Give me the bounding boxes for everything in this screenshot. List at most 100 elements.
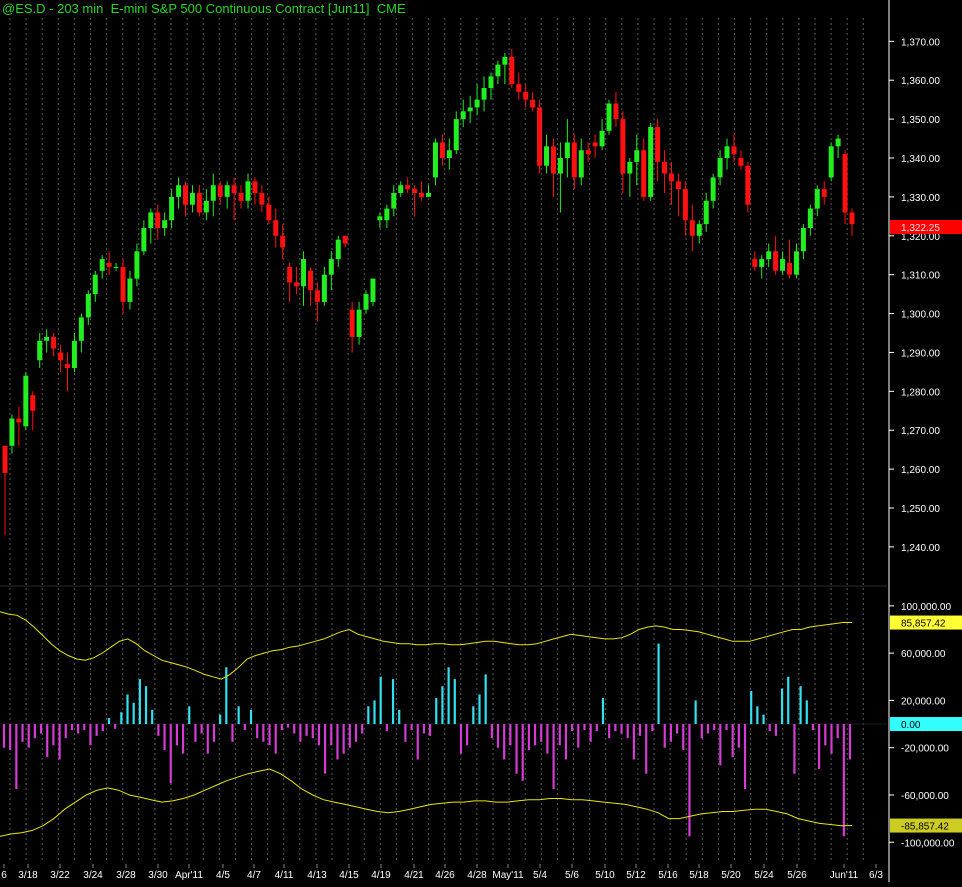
- candle-body: [9, 418, 15, 446]
- candle: [245, 173, 251, 209]
- candle-body: [773, 251, 779, 271]
- candle-body: [342, 235, 348, 244]
- candle: [210, 173, 216, 217]
- candle-body: [675, 181, 681, 190]
- candle: [460, 99, 466, 127]
- candle: [481, 76, 487, 112]
- x-tick-label: 3/28: [116, 870, 136, 881]
- candle: [92, 270, 98, 302]
- candle-body: [592, 142, 598, 147]
- candle-body: [787, 263, 793, 275]
- candle: [516, 72, 522, 100]
- lower-band-value-label: -85,857.42: [901, 822, 949, 833]
- candle-body: [370, 278, 376, 302]
- candle: [148, 208, 154, 244]
- candle: [23, 371, 29, 431]
- candle: [252, 177, 258, 205]
- candle: [703, 193, 709, 232]
- candle: [675, 173, 681, 217]
- x-tick-label: 4/11: [275, 870, 294, 881]
- candle: [780, 251, 786, 275]
- candle: [564, 119, 570, 178]
- indicator-tick-label: 20,000.00: [901, 696, 946, 707]
- candle: [571, 134, 577, 190]
- candle-body: [426, 193, 431, 197]
- candle-body: [578, 150, 584, 178]
- x-tick-label: 3/30: [148, 870, 168, 881]
- chart-title: @ES.D - 203 min E-mini S&P 500 Continuou…: [2, 1, 406, 16]
- candle: [196, 185, 202, 217]
- candle-body: [710, 177, 716, 201]
- candle-body: [724, 146, 730, 158]
- candle-body: [384, 208, 390, 221]
- candle-body: [766, 251, 772, 260]
- candle-body: [259, 193, 265, 205]
- candle: [752, 251, 758, 271]
- x-tick-label: 3/24: [83, 870, 103, 881]
- candle-body: [127, 278, 133, 302]
- candle-body: [412, 189, 418, 193]
- candle-body: [800, 228, 806, 252]
- indicator-tick-label: 100,000.00: [901, 602, 951, 613]
- candle: [599, 119, 605, 151]
- candle-body: [58, 352, 64, 361]
- candle-body: [224, 185, 230, 197]
- candle: [446, 138, 452, 170]
- candle-body: [828, 146, 834, 178]
- x-tick-label: 6: [1, 870, 7, 881]
- candle: [99, 255, 105, 279]
- candle-body: [196, 193, 202, 213]
- x-tick-label: 4/13: [307, 870, 327, 881]
- candle-body: [189, 193, 195, 205]
- candle-body: [349, 309, 355, 337]
- candle-body: [682, 189, 688, 221]
- x-tick-label: Jun'11: [830, 870, 859, 881]
- candle: [814, 185, 820, 217]
- candle-body: [530, 99, 536, 108]
- candle-body: [509, 56, 515, 85]
- candle-body: [92, 274, 98, 295]
- histogram: [0, 643, 887, 837]
- candle: [183, 181, 189, 217]
- candle: [620, 111, 626, 193]
- candle-body: [71, 340, 77, 368]
- candle-body: [453, 119, 459, 151]
- candle: [141, 220, 147, 256]
- candle-body: [835, 138, 841, 147]
- indicator-tick-label: -60,000.00: [901, 791, 949, 802]
- price-axis: 1,240.00 1,250.00 1,260.00 1,270.00 1,280.00…: [889, 37, 940, 554]
- candle: [578, 138, 584, 186]
- candle-body: [544, 146, 550, 166]
- candle-body: [516, 84, 522, 92]
- candle-body: [85, 294, 91, 318]
- candle: [266, 196, 272, 225]
- candle: [530, 91, 536, 112]
- x-tick-label: 3/22: [50, 870, 70, 881]
- candle: [807, 204, 813, 236]
- price-tick-label: 1,270.00: [901, 426, 940, 437]
- candle: [370, 278, 376, 306]
- candle-body: [655, 126, 661, 162]
- x-tick-label: 4/19: [371, 870, 391, 881]
- candle-body: [439, 142, 445, 158]
- candle: [37, 333, 43, 368]
- candle-body: [460, 111, 466, 120]
- candle-body: [405, 185, 411, 190]
- price-tick-label: 1,340.00: [901, 154, 940, 165]
- x-axis: 6 3/18 3/22 3/24 3/28 3/30 Apr'11 4/5 4/7 4/11 4/1…: [1, 864, 883, 881]
- candle-body: [537, 107, 543, 166]
- candle: [307, 266, 313, 306]
- candle: [64, 352, 70, 392]
- candle-body: [203, 200, 209, 213]
- candle-body: [314, 290, 320, 302]
- candle-body: [30, 395, 36, 411]
- last-price-label: 1,322.25: [901, 223, 940, 234]
- candle: [377, 212, 383, 228]
- indicator-tick-label: 60,000.00: [901, 649, 946, 660]
- x-tick-label: 4/5: [216, 870, 230, 881]
- candle-body: [606, 103, 612, 131]
- candle: [828, 142, 834, 182]
- candle-body: [696, 224, 702, 236]
- candle: [16, 406, 22, 446]
- price-tick-label: 1,350.00: [901, 115, 940, 126]
